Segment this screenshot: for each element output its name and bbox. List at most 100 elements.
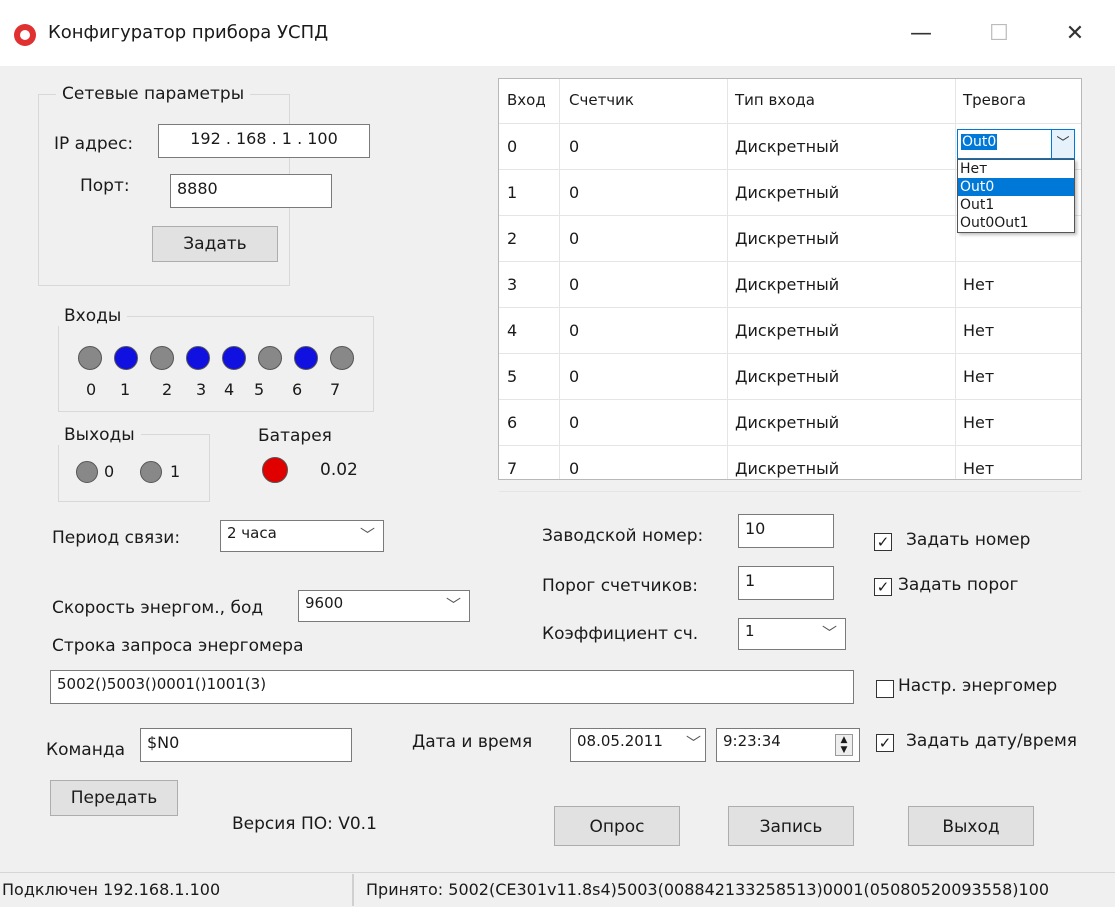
input-led-7	[330, 346, 354, 370]
input-num-2: 2	[162, 380, 173, 399]
table-cell[interactable]: 0	[569, 413, 579, 432]
table-cell[interactable]: 5	[507, 367, 517, 386]
input-led-1	[114, 346, 138, 370]
time-picker[interactable]: 9:23:34 ▲ ▼	[716, 728, 860, 762]
status-divider	[352, 874, 354, 906]
chevron-down-icon[interactable]: ﹀	[1051, 130, 1074, 158]
datetime-label: Дата и время	[412, 732, 533, 752]
table-cell[interactable]: 0	[569, 229, 579, 248]
alarm-select[interactable]: Out0 ﹀	[957, 129, 1075, 159]
date-value: 08.05.2011	[577, 732, 663, 750]
table-header[interactable]: Вход	[507, 91, 546, 109]
table-cell[interactable]: 7	[507, 459, 517, 478]
request-input[interactable]: 5002()5003()0001()1001(3)	[50, 670, 854, 704]
coef-label: Коэффициент сч.	[542, 624, 699, 644]
dropdown-option[interactable]: Нет	[958, 160, 1074, 178]
send-button[interactable]: Передать	[50, 780, 178, 816]
write-button[interactable]: Запись	[728, 806, 854, 846]
table-cell[interactable]: Дискретный	[735, 183, 839, 202]
table-row-divider	[499, 123, 1081, 124]
meter-setup-label: Настр. энергомер	[898, 676, 1058, 696]
input-num-5: 5	[254, 380, 265, 399]
input-led-0	[78, 346, 102, 370]
window-title: Конфигуратор прибора УСПД	[48, 22, 329, 43]
close-button[interactable]: ✕	[1052, 14, 1098, 54]
dropdown-option[interactable]: Out0	[958, 178, 1074, 196]
table-cell[interactable]: Нет	[963, 459, 994, 478]
status-connected: Подключен 192.168.1.100	[2, 880, 221, 899]
table-cell[interactable]: Нет	[963, 321, 994, 340]
coef-select[interactable]: 1 ﹀	[738, 618, 846, 650]
maximize-button[interactable]: ☐	[976, 14, 1022, 54]
poll-button[interactable]: Опрос	[554, 806, 680, 846]
input-led-6	[294, 346, 318, 370]
output-led-1	[140, 461, 162, 483]
table-header[interactable]: Тип входа	[735, 91, 815, 109]
serial-input[interactable]: 10	[738, 514, 834, 548]
table-cell[interactable]: 2	[507, 229, 517, 248]
set-datetime-checkbox[interactable]: ✓	[876, 734, 894, 752]
input-num-6: 6	[292, 380, 303, 399]
table-cell[interactable]: 3	[507, 275, 517, 294]
table-header[interactable]: Счетчик	[569, 91, 634, 109]
serial-label: Заводской номер:	[542, 526, 704, 546]
input-led-5	[258, 346, 282, 370]
baud-select[interactable]: 9600 ﹀	[298, 590, 470, 622]
table-cell[interactable]: 0	[569, 137, 579, 156]
set-serial-label: Задать номер	[906, 530, 1031, 550]
chevron-down-icon: ﹀	[685, 734, 701, 752]
table-col-divider	[559, 79, 560, 479]
set-threshold-checkbox[interactable]: ✓	[874, 578, 892, 596]
command-input[interactable]: $N0	[140, 728, 352, 762]
exit-button[interactable]: Выход	[908, 806, 1034, 846]
table-cell[interactable]: Дискретный	[735, 367, 839, 386]
dropdown-option[interactable]: Out1	[958, 196, 1074, 214]
table-row-divider	[499, 399, 1081, 400]
table-cell[interactable]: 0	[569, 459, 579, 478]
table-cell[interactable]: 0	[569, 367, 579, 386]
port-input[interactable]: 8880	[170, 174, 332, 208]
output-num-1: 1	[170, 462, 181, 481]
baud-label: Скорость энергом., бод	[52, 598, 264, 618]
table-cell[interactable]: Нет	[963, 275, 994, 294]
threshold-input[interactable]: 1	[738, 566, 834, 600]
table-cell[interactable]: Дискретный	[735, 413, 839, 432]
table-cell[interactable]: Нет	[963, 413, 994, 432]
minimize-button[interactable]: —	[898, 14, 944, 54]
table-cell[interactable]: 0	[569, 321, 579, 340]
table-cell[interactable]: 4	[507, 321, 517, 340]
table-cell[interactable]: 0	[507, 137, 517, 156]
meter-setup-checkbox[interactable]	[876, 680, 894, 698]
table-col-divider	[727, 79, 728, 479]
table-cell[interactable]: Дискретный	[735, 229, 839, 248]
date-picker[interactable]: 08.05.2011 ﹀	[570, 728, 706, 762]
table-cell[interactable]: Нет	[963, 367, 994, 386]
ip-label: IP адрес:	[54, 134, 134, 154]
battery-value: 0.02	[320, 460, 358, 480]
set-datetime-label: Задать дату/время	[906, 731, 1077, 751]
input-num-7: 7	[330, 380, 341, 399]
baud-value: 9600	[305, 594, 344, 612]
set-serial-checkbox[interactable]: ✓	[874, 533, 892, 551]
input-num-1: 1	[120, 380, 131, 399]
version-label: Версия ПО: V0.1	[232, 814, 377, 834]
table-cell[interactable]: 1	[507, 183, 517, 202]
table-cell[interactable]: Дискретный	[735, 275, 839, 294]
table-cell[interactable]: 6	[507, 413, 517, 432]
input-led-3	[186, 346, 210, 370]
inputs-table: Вход Счетчик Тип входа Тревога 0 0 Дискретный 1…	[498, 78, 1082, 492]
period-select[interactable]: 2 часа ﹀	[220, 520, 384, 552]
set-network-button[interactable]: Задать	[152, 226, 278, 262]
table-cell[interactable]: 0	[569, 183, 579, 202]
table-header[interactable]: Тревога	[963, 91, 1026, 109]
input-led-4	[222, 346, 246, 370]
ip-address-input[interactable]: 192 . 168 . 1 . 100	[158, 124, 370, 158]
dropdown-option[interactable]: Out0Out1	[958, 214, 1074, 232]
table-cell[interactable]: Дискретный	[735, 321, 839, 340]
command-label: Команда	[46, 740, 125, 760]
spinner-icon[interactable]: ▲ ▼	[835, 734, 853, 756]
table-cell[interactable]: 0	[569, 275, 579, 294]
table-cell[interactable]: Дискретный	[735, 137, 839, 156]
table-cell[interactable]: Дискретный	[735, 459, 839, 478]
period-label: Период связи:	[52, 528, 181, 548]
